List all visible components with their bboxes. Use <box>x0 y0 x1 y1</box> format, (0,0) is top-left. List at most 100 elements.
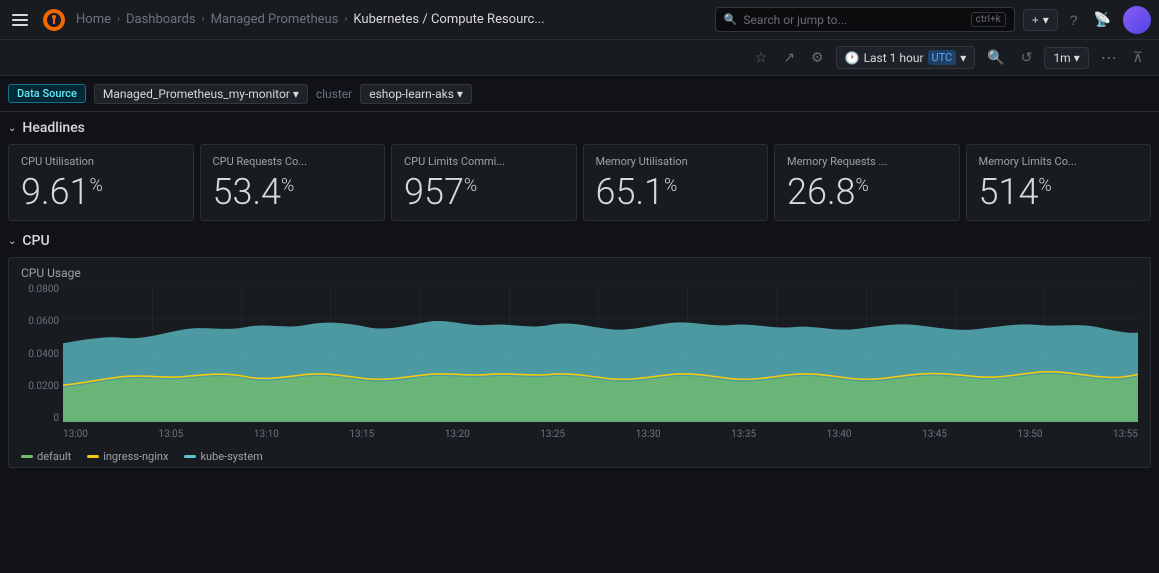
search-icon: 🔍 <box>724 13 738 26</box>
metric-title-0: CPU Utilisation <box>21 155 181 168</box>
chart-y-labels: 0.0800 0.0600 0.0400 0.0200 0 <box>21 284 63 424</box>
share-button[interactable]: ↗ <box>779 45 799 70</box>
x-label-8: 13:40 <box>827 429 852 440</box>
x-label-4: 13:20 <box>445 429 470 440</box>
search-shortcut: ctrl+k <box>971 12 1006 27</box>
x-label-6: 13:30 <box>636 429 661 440</box>
breadcrumb-sep-2: › <box>202 14 205 25</box>
cluster-value: eshop-learn-aks ▾ <box>369 87 463 101</box>
metric-card-3: Memory Utilisation 65.1% <box>583 144 769 221</box>
breadcrumb-sep-1: › <box>117 14 120 25</box>
metric-card-2: CPU Limits Commi... 957% <box>391 144 577 221</box>
metric-title-5: Memory Limits Co... <box>979 155 1139 168</box>
metric-value-3: 65.1% <box>596 174 756 210</box>
legend-label-default: default <box>37 450 71 463</box>
cpu-section-title: CPU <box>22 233 49 249</box>
search-bar[interactable]: 🔍 Search or jump to... ctrl+k <box>715 7 1015 32</box>
clock-icon: 🕐 <box>845 51 860 65</box>
metric-value-4: 26.8% <box>787 174 947 210</box>
nav-right: + ▾ ? 📡 <box>1023 6 1151 34</box>
time-range-picker[interactable]: 🕐 Last 1 hour UTC ▾ <box>836 46 976 69</box>
legend-dot-kube-system <box>184 455 196 458</box>
x-label-11: 13:55 <box>1113 429 1138 440</box>
cpu-collapse-icon: ⌄ <box>8 236 16 247</box>
metric-card-5: Memory Limits Co... 514% <box>966 144 1152 221</box>
notifications-button[interactable]: 📡 <box>1090 7 1115 32</box>
data-source-value: Managed_Prometheus_my-monitor ▾ <box>103 87 299 101</box>
search-placeholder: Search or jump to... <box>743 13 847 27</box>
refresh-button[interactable]: ↺ <box>1017 45 1037 70</box>
y-label-0: 0.0800 <box>28 284 59 295</box>
chart-x-labels: 13:00 13:05 13:10 13:15 13:20 13:25 13:3… <box>63 424 1138 444</box>
y-label-4: 0 <box>53 413 59 424</box>
plus-icon: + <box>1032 13 1039 27</box>
chart-container: 0.0800 0.0600 0.0400 0.0200 0 <box>21 284 1138 444</box>
y-label-3: 0.0200 <box>28 381 59 392</box>
metric-title-1: CPU Requests Co... <box>213 155 373 168</box>
star-button[interactable]: ☆ <box>751 45 772 70</box>
interval-label: 1m <box>1053 51 1070 65</box>
legend-item-ingress: ingress-nginx <box>87 450 168 463</box>
utc-badge: UTC <box>928 50 957 65</box>
x-label-1: 13:05 <box>158 429 183 440</box>
legend-label-kube-system: kube-system <box>200 450 262 463</box>
settings-button[interactable]: ⚙ <box>807 45 828 70</box>
metric-title-4: Memory Requests ... <box>787 155 947 168</box>
chart-legend: default ingress-nginx kube-system <box>21 450 1138 463</box>
metric-value-1: 53.4% <box>213 174 373 210</box>
zoom-out-button[interactable]: 🔍 <box>983 45 1008 70</box>
chart-svg-area <box>63 284 1138 424</box>
chevron-down-icon: ▾ <box>1074 51 1080 65</box>
metric-card-4: Memory Requests ... 26.8% <box>774 144 960 221</box>
dashboard-body: ⌄ Headlines CPU Utilisation 9.61% CPU Re… <box>0 112 1159 476</box>
hamburger-menu[interactable] <box>8 10 32 30</box>
breadcrumb-managed-prometheus[interactable]: Managed Prometheus <box>211 12 339 27</box>
x-label-9: 13:45 <box>922 429 947 440</box>
add-button[interactable]: + ▾ <box>1023 9 1058 31</box>
cpu-chart-title: CPU Usage <box>21 266 1138 280</box>
headlines-section-header[interactable]: ⌄ Headlines <box>8 120 1151 136</box>
x-label-5: 13:25 <box>540 429 565 440</box>
dashboard-toolbar: ☆ ↗ ⚙ 🕐 Last 1 hour UTC ▾ 🔍 ↺ 1m ▾ ⋯ ⊼ <box>0 40 1159 76</box>
y-label-2: 0.0400 <box>28 349 59 360</box>
breadcrumb-current: Kubernetes / Compute Resourc... <box>353 12 544 27</box>
x-label-3: 13:15 <box>349 429 374 440</box>
headlines-title: Headlines <box>22 120 85 136</box>
user-avatar[interactable] <box>1123 6 1151 34</box>
cluster-label: cluster <box>316 87 352 101</box>
top-nav: Home › Dashboards › Managed Prometheus ›… <box>0 0 1159 40</box>
breadcrumb-dashboards[interactable]: Dashboards <box>126 12 196 27</box>
y-label-1: 0.0600 <box>28 316 59 327</box>
metric-value-0: 9.61% <box>21 174 181 210</box>
time-range-label: Last 1 hour <box>864 51 924 65</box>
collapse-icon: ⌄ <box>8 123 16 134</box>
collapse-all-button[interactable]: ⊼ <box>1129 45 1147 70</box>
breadcrumb: Home › Dashboards › Managed Prometheus ›… <box>76 12 707 27</box>
chevron-down-icon: ▾ <box>960 51 966 65</box>
legend-item-default: default <box>21 450 71 463</box>
chevron-down-icon: ▾ <box>1043 13 1049 27</box>
legend-dot-default <box>21 455 33 458</box>
data-source-tag: Data Source <box>8 84 86 103</box>
metric-title-3: Memory Utilisation <box>596 155 756 168</box>
x-label-10: 13:50 <box>1018 429 1043 440</box>
metric-value-5: 514% <box>979 174 1139 210</box>
interval-picker[interactable]: 1m ▾ <box>1044 47 1088 69</box>
cpu-section-header[interactable]: ⌄ CPU <box>8 233 1151 249</box>
cpu-chart-card: CPU Usage 0.0800 0.0600 0.0400 0.0200 0 <box>8 257 1151 468</box>
metrics-grid: CPU Utilisation 9.61% CPU Requests Co...… <box>8 144 1151 221</box>
metric-value-2: 957% <box>404 174 564 210</box>
x-label-2: 13:10 <box>254 429 279 440</box>
help-button[interactable]: ? <box>1066 8 1082 32</box>
breadcrumb-sep-3: › <box>344 14 347 25</box>
legend-item-kube-system: kube-system <box>184 450 262 463</box>
data-source-select[interactable]: Managed_Prometheus_my-monitor ▾ <box>94 84 308 104</box>
x-label-0: 13:00 <box>63 429 88 440</box>
metric-card-1: CPU Requests Co... 53.4% <box>200 144 386 221</box>
more-button[interactable]: ⋯ <box>1097 44 1121 72</box>
x-label-7: 13:35 <box>731 429 756 440</box>
breadcrumb-home[interactable]: Home <box>76 12 111 27</box>
metric-title-2: CPU Limits Commi... <box>404 155 564 168</box>
cluster-select[interactable]: eshop-learn-aks ▾ <box>360 84 472 104</box>
grafana-logo[interactable] <box>40 6 68 34</box>
